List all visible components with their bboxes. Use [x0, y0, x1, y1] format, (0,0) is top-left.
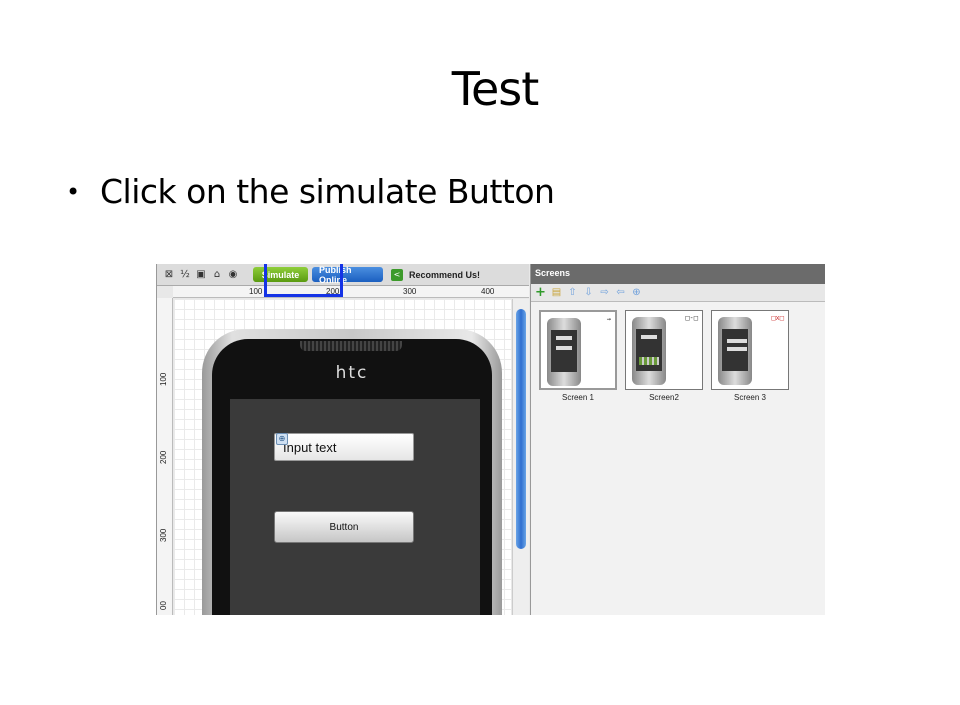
ruler-top-tick: 400 [481, 287, 495, 296]
mini-screen [551, 330, 577, 372]
design-canvas[interactable]: htc Input text ⊕ Button [174, 299, 511, 615]
bullet-dot: • [66, 177, 80, 206]
window-icon[interactable]: ▣ [195, 269, 207, 281]
ruler-left-tick: 200 [159, 450, 168, 464]
home-icon[interactable]: ⌂ [211, 269, 223, 281]
thumbnail-label: Screen 3 [733, 393, 767, 402]
phone-mockup: htc Input text ⊕ Button [202, 329, 502, 615]
mini-bar [641, 335, 657, 339]
thumbnail-arrow-mark: → [606, 315, 611, 323]
add-screen-icon[interactable]: + [535, 286, 546, 299]
move-left-icon[interactable]: ⇦ [615, 287, 626, 298]
thumbnail-close-mark: □x□ [771, 314, 784, 322]
mini-bar [727, 347, 747, 351]
slide-title: Test [451, 62, 540, 116]
vertical-scrollbar[interactable] [512, 299, 529, 615]
phone-screen: Input text ⊕ Button [230, 399, 480, 615]
screens-panel-header: Screens [531, 264, 825, 284]
move-right-icon[interactable]: ⇨ [599, 287, 610, 298]
phone-speaker [300, 341, 402, 351]
drag-handle-icon[interactable]: ⊕ [276, 433, 288, 445]
add-circle-icon[interactable]: ⊕ [631, 287, 642, 298]
screen-thumbnail[interactable]: □x□ Screen 3 [711, 310, 789, 402]
ruler-top-tick: 300 [403, 287, 417, 296]
screen-thumbnail[interactable]: → Screen 1 [539, 310, 617, 402]
screens-panel-tools: + ▤ ⇧ ⇩ ⇨ ⇦ ⊕ [531, 284, 825, 302]
move-down-icon[interactable]: ⇩ [583, 287, 594, 298]
mini-keyboard [639, 357, 659, 365]
mini-bar [727, 339, 747, 343]
bullet-text: Click on the simulate Button [100, 172, 555, 211]
phone-brand: htc [335, 363, 369, 383]
share-icon[interactable]: < [391, 268, 403, 281]
app-screenshot: ⊠ ½ ▣ ⌂ ◉ Simulate Publish Online < Reco… [156, 264, 825, 615]
thumbnail-frame: □-□ [625, 310, 703, 390]
mini-phone [547, 318, 581, 386]
ruler-top: 100 200 300 400 [173, 286, 529, 298]
recommend-button[interactable]: Recommend Us! [407, 267, 482, 282]
globe-icon[interactable]: ◉ [227, 269, 239, 281]
mini-bar [556, 346, 572, 350]
mock-button-widget[interactable]: Button [274, 511, 414, 543]
mini-screen [722, 329, 748, 371]
thumbnail-frame: → [539, 310, 617, 390]
thumbnail-label: Screen2 [649, 393, 679, 402]
screens-panel: Screens + ▤ ⇧ ⇩ ⇨ ⇦ ⊕ → Screen 1 □-□ Scr… [530, 264, 825, 615]
ratio-icon[interactable]: ½ [179, 269, 191, 281]
scrollbar-thumb[interactable] [516, 309, 526, 549]
input-text-widget[interactable]: Input text ⊕ [274, 433, 414, 461]
close-icon[interactable]: ⊠ [163, 269, 175, 281]
ruler-left-tick: 100 [159, 372, 168, 386]
phone-bezel: htc Input text ⊕ Button [212, 339, 492, 615]
mini-phone [718, 317, 752, 385]
move-up-icon[interactable]: ⇧ [567, 287, 578, 298]
editor-toolbar: ⊠ ½ ▣ ⌂ ◉ Simulate Publish Online < Reco… [157, 264, 529, 286]
mini-bar [556, 336, 572, 340]
ruler-top-tick: 100 [249, 287, 263, 296]
screen-thumbnail[interactable]: □-□ Screen2 [625, 310, 703, 402]
screen-thumbnails: → Screen 1 □-□ Screen2 □x□ Screen 3 [539, 310, 789, 402]
ruler-left: 100 200 300 00 [157, 298, 173, 615]
simulate-highlight-box [264, 264, 343, 297]
bullet-point: • Click on the simulate Button [66, 172, 555, 211]
ruler-left-tick: 300 [159, 528, 168, 542]
ruler-left-tick: 00 [159, 601, 168, 610]
thumbnail-label: Screen 1 [561, 393, 595, 402]
document-icon[interactable]: ▤ [551, 287, 562, 298]
thumbnail-frame: □x□ [711, 310, 789, 390]
mini-phone [632, 317, 666, 385]
thumbnail-link-mark: □-□ [685, 314, 698, 322]
mini-screen [636, 329, 662, 371]
